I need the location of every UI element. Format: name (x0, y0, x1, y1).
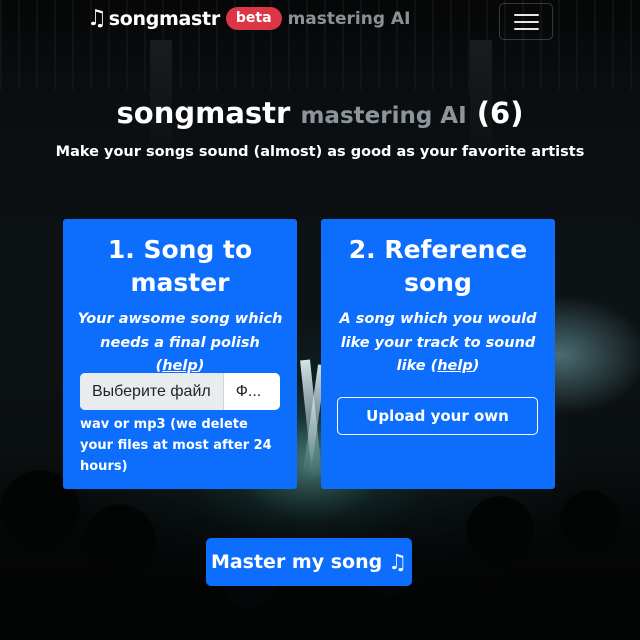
hamburger-menu-icon (514, 28, 539, 30)
help-link[interactable]: help (437, 358, 473, 374)
beta-badge: beta (225, 7, 282, 30)
description-end: ) (197, 358, 205, 374)
card-description: A song which you would like your track t… (333, 308, 543, 379)
music-note-icon: ♫ (388, 550, 408, 574)
hamburger-menu-icon (514, 14, 539, 16)
page-subtitle: Make your songs sound (almost) as good a… (55, 144, 585, 160)
choose-file-button[interactable]: Выберите файл (80, 373, 224, 410)
brand-link[interactable]: ♫ songmastr beta mastering AI (87, 7, 410, 30)
description-end: ) (472, 358, 480, 374)
master-button-label: Master my song (210, 551, 383, 573)
title-main: songmastr (116, 96, 291, 130)
music-note-icon: ♫ (87, 5, 107, 31)
reference-song-card: 2. Reference song A song which you would… (321, 219, 555, 489)
song-to-master-card: 1. Song to master Your awsome song which… (63, 219, 297, 489)
master-my-song-button[interactable]: Master my song ♫ (206, 538, 412, 586)
menu-toggle-button[interactable] (499, 3, 553, 40)
file-name-label: Ф... (235, 382, 262, 400)
upload-your-own-button[interactable]: Upload your own (337, 397, 538, 435)
hamburger-menu-icon (514, 21, 539, 23)
brand-name: songmastr (108, 7, 220, 30)
song-file-input[interactable]: Выберите файл Ф... (80, 373, 280, 410)
file-format-hint: wav or mp3 (we delete your files at most… (80, 417, 272, 474)
help-link[interactable]: help (162, 358, 198, 374)
brand-tagline: mastering AI (287, 8, 411, 29)
navbar: ♫ songmastr beta mastering AI (0, 0, 640, 44)
title-count: (6) (476, 96, 524, 130)
card-title: 2. Reference song (348, 235, 528, 297)
title-muted: mastering AI (300, 103, 467, 129)
card-title: 1. Song to master (107, 235, 253, 297)
page-title: songmastr mastering AI (6) (0, 96, 640, 130)
card-description: Your awsome song which needs a final pol… (75, 308, 285, 379)
